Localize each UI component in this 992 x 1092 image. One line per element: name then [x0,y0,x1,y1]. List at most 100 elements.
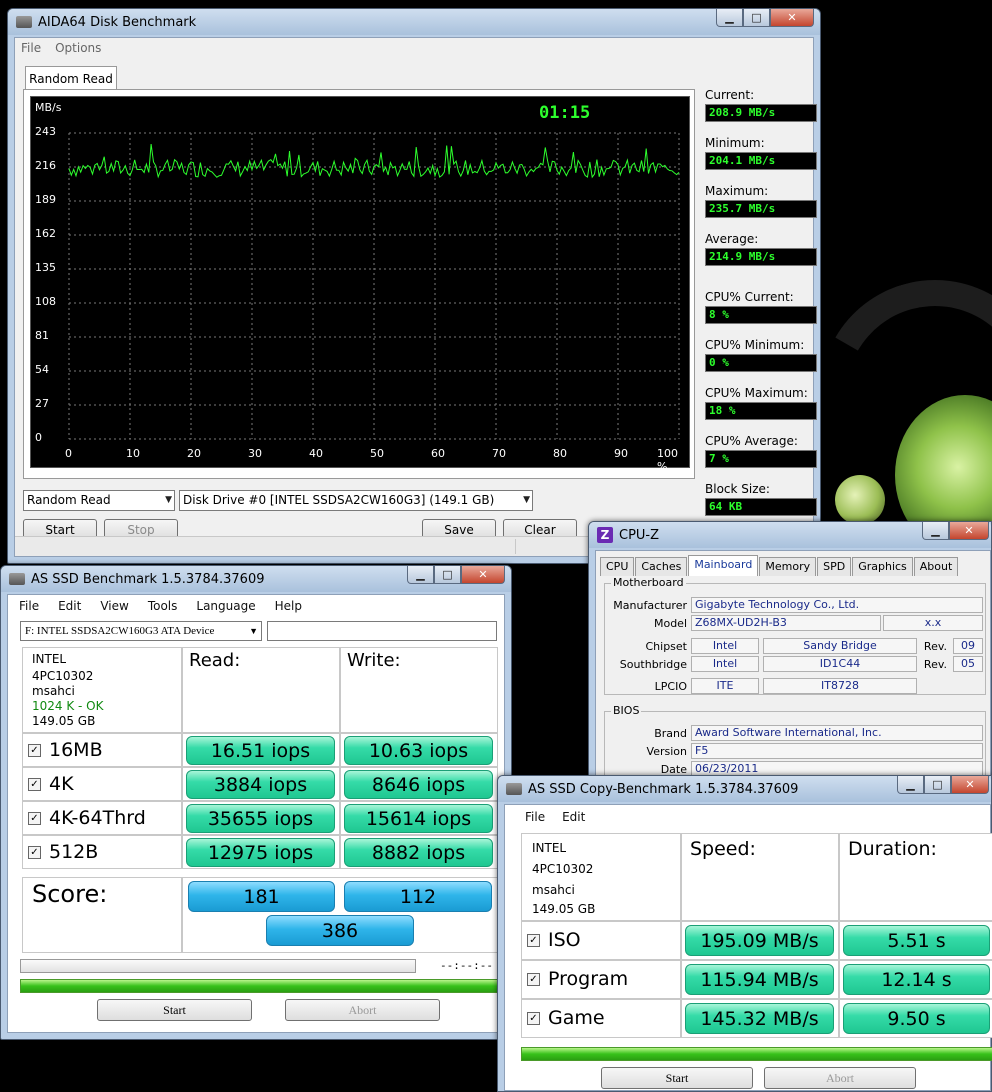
menu-view[interactable]: View [100,599,128,613]
as-ssd-copy-window: AS SSD Copy-Benchmark 1.5.3784.37609 ▁ □… [497,775,992,1092]
tab-graphics[interactable]: Graphics [852,557,913,576]
y-tick-label: 54 [35,363,49,376]
menu-tools[interactable]: Tools [148,599,178,613]
window-title: CPU-Z [619,527,660,543]
as-ssd-titlebar[interactable]: AS SSD Benchmark 1.5.3784.37609 ▁ □ ✕ [1,566,511,592]
speed-result: 195.09 MB/s [685,925,834,956]
test-row-label[interactable]: ✓ ISO [527,927,581,953]
drive-select-value: Disk Drive #0 [INTEL SSDSA2CW160G3] (149… [183,493,495,507]
graph-timer: 01:15 [539,103,591,123]
close-button[interactable]: ✕ [949,522,989,540]
tab-caches[interactable]: Caches [635,557,688,576]
checkbox[interactable]: ✓ [527,972,540,986]
cpu-current-label: CPU% Current: [705,290,794,304]
minimize-button[interactable]: ▁ [716,9,743,27]
drive-select[interactable]: Disk Drive #0 [INTEL SSDSA2CW160G3] (149… [179,490,533,511]
read-result: 3884 iops [186,770,335,799]
as-ssd-copy-titlebar[interactable]: AS SSD Copy-Benchmark 1.5.3784.37609 ▁ □… [498,776,991,802]
close-button[interactable]: ✕ [951,776,989,794]
window-title: AIDA64 Disk Benchmark [38,14,197,30]
brand-label: Brand [654,727,687,740]
minimize-button[interactable]: ▁ [407,566,434,584]
duration-header: Duration: [848,838,937,860]
maximize-button[interactable]: □ [434,566,461,584]
x-tick-label: 0 [65,447,72,460]
test-row-label[interactable]: ✓ 4K-64Thrd [28,805,146,831]
disk-icon [16,16,32,28]
write-header-cell: Write: [340,647,498,733]
tab-mainboard[interactable]: Mainboard [688,555,759,576]
cpu-average-label: CPU% Average: [705,434,798,448]
close-button[interactable]: ✕ [770,9,814,27]
score-cell: Score: [22,877,182,953]
start-button[interactable]: Start [97,999,252,1021]
average-label: Average: [705,232,759,246]
abort-button[interactable]: Abort [764,1067,916,1089]
menu-options[interactable]: Options [55,41,101,55]
menu-edit[interactable]: Edit [58,599,81,613]
current-label: Current: [705,88,755,102]
abort-button[interactable]: Abort [285,999,440,1021]
model-label: Model [653,617,687,630]
cpu-minimum-label: CPU% Minimum: [705,338,805,352]
model-value: Z68MX-UD2H-B3 [691,615,881,631]
device-select[interactable]: F: INTEL SSDSA2CW160G3 ATA Device ▼ [20,621,262,641]
x-tick-label: 40 [309,447,323,460]
menu-file[interactable]: File [19,599,39,613]
duration-result: 5.51 s [843,925,990,956]
minimize-button[interactable]: ▁ [922,522,949,540]
as-ssd-copy-client: File Edit INTEL 4PC10302 msahci 149.05 G… [504,804,992,1091]
checkbox[interactable]: ✓ [527,933,540,947]
cpu-z-window: Z CPU-Z ▁ ✕ CPU Caches Mainboard Memory … [588,521,992,791]
maximize-button[interactable]: □ [743,9,770,27]
x-tick-label: 20 [187,447,201,460]
benchmark-graph: MB/s 01:15 243 216 189 162 135 108 81 54 27 0 0 10… [30,96,690,473]
menu-file[interactable]: File [21,41,41,55]
tab-memory[interactable]: Memory [759,557,817,576]
checkbox[interactable]: ✓ [28,777,41,791]
aida64-titlebar[interactable]: AIDA64 Disk Benchmark ▁ □ ✕ [8,9,820,35]
test-select[interactable]: Random Read ▼ [23,490,175,511]
menu-help[interactable]: Help [275,599,302,613]
tab-about[interactable]: About [913,557,959,576]
menu-file[interactable]: File [525,810,545,824]
test-row-label[interactable]: ✓ Game [527,1005,605,1031]
southbridge-rev-label: Rev. [923,658,947,671]
test-row-label[interactable]: ✓ Program [527,966,628,992]
test-row-label[interactable]: ✓ 16MB [28,737,103,763]
y-tick-label: 162 [35,227,56,240]
y-tick-label: 216 [35,159,56,172]
tab-spd[interactable]: SPD [817,557,852,576]
checkbox[interactable]: ✓ [28,743,41,757]
x-tick-label: 100 % [657,447,678,473]
device-filter-input[interactable] [267,621,497,641]
version-label: Version [646,745,687,758]
lpcio-name: IT8728 [763,678,917,694]
current-value: 208.9 MB/s [705,104,817,122]
lpcio-vendor: ITE [691,678,759,694]
write-header: Write: [347,650,401,671]
x-tick-label: 80 [553,447,567,460]
test-row-label[interactable]: ✓ 4K [28,771,74,797]
manufacturer-label: Manufacturer [613,599,687,612]
info-firmware: 4PC10302 [532,862,594,876]
score-read: 181 [188,881,335,912]
tab-random-read[interactable]: Random Read [25,66,117,90]
test-row-label[interactable]: ✓ 512B [28,839,98,865]
menu-edit[interactable]: Edit [562,810,585,824]
minimize-button[interactable]: ▁ [897,776,924,794]
tab-cpu[interactable]: CPU [600,557,635,576]
speed-result: 115.94 MB/s [685,964,834,995]
start-button[interactable]: Start [601,1067,753,1089]
cpu-z-titlebar[interactable]: Z CPU-Z ▁ ✕ [589,522,991,548]
checkbox[interactable]: ✓ [28,845,41,859]
checkbox[interactable]: ✓ [28,811,41,825]
maximize-button[interactable]: □ [924,776,951,794]
block-size-value: 64 KB [705,498,817,516]
window-title: AS SSD Copy-Benchmark 1.5.3784.37609 [528,781,799,797]
close-button[interactable]: ✕ [461,566,505,584]
menu-language[interactable]: Language [196,599,255,613]
checkbox[interactable]: ✓ [527,1011,540,1025]
read-header: Read: [189,650,241,671]
version-value: F5 [691,743,983,759]
